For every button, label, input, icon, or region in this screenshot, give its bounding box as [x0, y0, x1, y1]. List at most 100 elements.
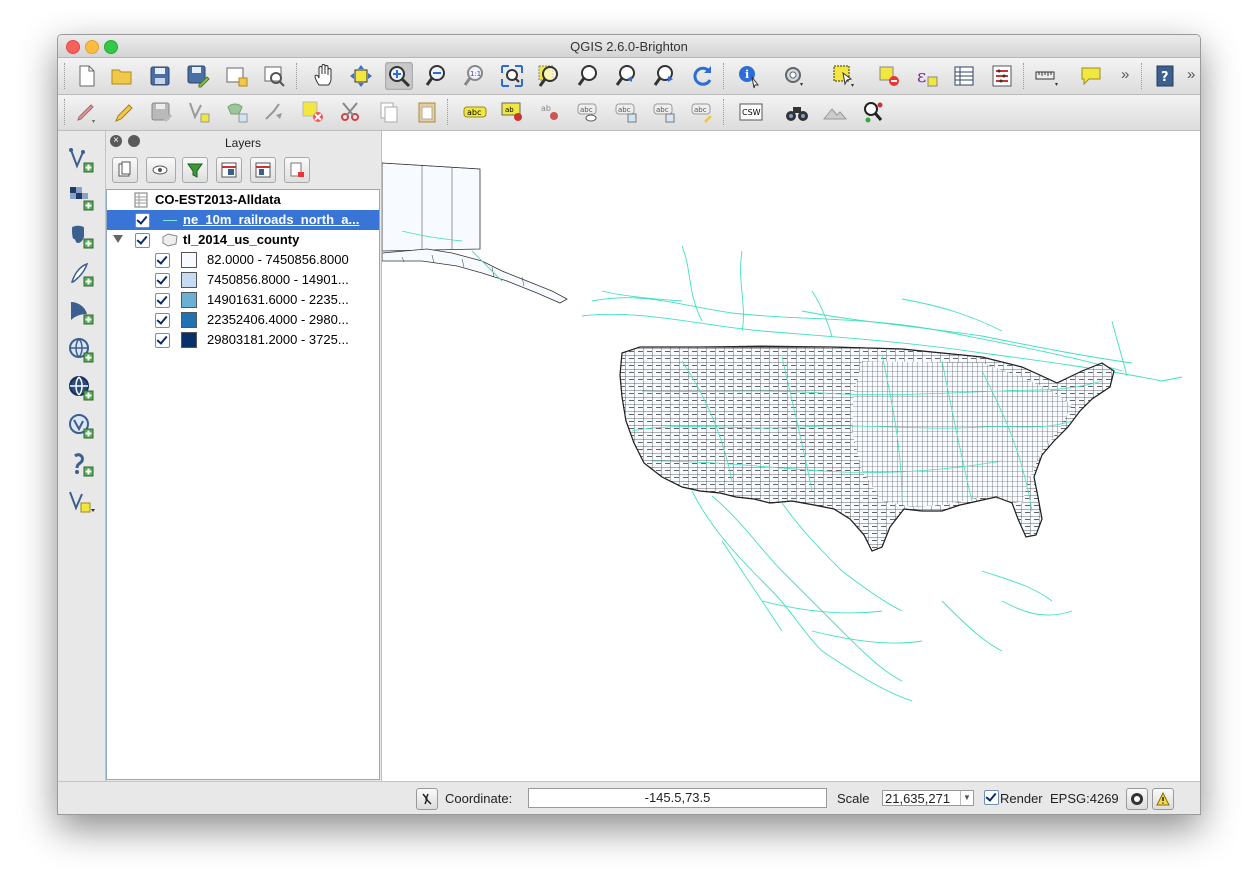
layer-tree[interactable]: CO-EST2013-Alldata ne_10m_railroads_nort…	[106, 189, 380, 780]
map-canvas[interactable]	[381, 131, 1200, 781]
cut-features-icon[interactable]	[337, 98, 365, 126]
coordinate-field[interactable]: -145.5,73.5	[528, 788, 827, 808]
layer-visibility-checkbox[interactable]	[135, 213, 150, 228]
toolbar-grip	[64, 63, 67, 89]
refresh-icon[interactable]	[688, 62, 716, 90]
expand-all-icon[interactable]	[216, 157, 242, 183]
add-raster-layer-icon[interactable]	[66, 183, 96, 213]
paste-features-icon[interactable]	[413, 98, 441, 126]
svg-text:1:1: 1:1	[470, 70, 481, 78]
zoom-last-icon[interactable]	[612, 62, 640, 90]
crs-globe-icon[interactable]	[1126, 788, 1148, 810]
add-mssql-layer-icon[interactable]	[66, 297, 96, 327]
save-as-icon[interactable]	[184, 62, 212, 90]
coordinate-label: Coordinate:	[445, 791, 513, 806]
add-feature-icon[interactable]	[185, 98, 213, 126]
zoom-out-icon[interactable]	[423, 62, 451, 90]
composer-manager-icon[interactable]	[260, 62, 288, 90]
zoom-in-icon[interactable]	[385, 62, 413, 90]
add-vector-layer-icon[interactable]	[66, 145, 96, 175]
copy-features-icon[interactable]	[375, 98, 403, 126]
georeferencer-icon[interactable]	[859, 98, 887, 126]
layer-visibility-checkbox[interactable]	[135, 233, 150, 248]
add-delimited-text-layer-icon[interactable]	[66, 449, 96, 479]
new-project-icon[interactable]	[72, 62, 100, 90]
remove-layer-icon[interactable]	[284, 157, 310, 183]
move-label-icon[interactable]: abc	[575, 98, 603, 126]
toggle-editing-icon[interactable]	[109, 98, 137, 126]
legend-swatch	[181, 292, 197, 308]
legend-item[interactable]: 22352406.4000 - 2980...	[107, 310, 379, 330]
expand-toggle-icon[interactable]	[113, 235, 123, 243]
add-wfs-layer-icon[interactable]	[66, 411, 96, 441]
identify-icon[interactable]: i	[735, 62, 763, 90]
pan-to-selection-icon[interactable]	[347, 62, 375, 90]
label-properties-icon[interactable]: abc	[689, 98, 717, 126]
layer-row-railroads[interactable]: ne_10m_railroads_north_a...	[107, 210, 379, 230]
add-group-icon[interactable]	[112, 157, 138, 183]
legend-item-checkbox[interactable]	[155, 293, 170, 308]
layer-name: ne_10m_railroads_north_a...	[183, 212, 360, 227]
help-icon[interactable]: ?	[1151, 62, 1179, 90]
filter-legend-icon[interactable]	[182, 157, 208, 183]
zoom-to-selection-icon[interactable]	[535, 62, 563, 90]
legend-item[interactable]: 7450856.8000 - 14901...	[107, 270, 379, 290]
layer-row-co-est2013[interactable]: CO-EST2013-Alldata	[107, 190, 379, 210]
new-print-composer-icon[interactable]	[222, 62, 250, 90]
select-features-icon[interactable]	[830, 62, 858, 90]
legend-item-checkbox[interactable]	[155, 273, 170, 288]
move-feature-icon[interactable]	[223, 98, 251, 126]
rotate-label-icon[interactable]: abc	[613, 98, 641, 126]
chevron-down-icon[interactable]: ▼	[960, 791, 973, 805]
toolbar-separator	[296, 63, 299, 89]
save-project-icon[interactable]	[146, 62, 174, 90]
pin-labels-icon[interactable]: ab	[499, 98, 527, 126]
zoom-actual-icon[interactable]: 1:1	[460, 62, 488, 90]
toolbar-overflow-button[interactable]: »	[1121, 66, 1129, 83]
binoculars-icon[interactable]	[783, 98, 811, 126]
messages-warning-icon[interactable]	[1152, 788, 1174, 810]
toggle-extents-icon[interactable]	[416, 788, 438, 810]
collapse-all-icon[interactable]	[250, 157, 276, 183]
current-edits-icon[interactable]	[72, 98, 100, 126]
legend-item-checkbox[interactable]	[155, 253, 170, 268]
map-rendering[interactable]	[381, 131, 1200, 781]
legend-item[interactable]: 14901631.6000 - 2235...	[107, 290, 379, 310]
legend-item-checkbox[interactable]	[155, 333, 170, 348]
legend-item[interactable]: 82.0000 - 7450856.8000	[107, 250, 379, 270]
add-wms-layer-icon[interactable]	[66, 335, 96, 365]
render-checkbox[interactable]	[984, 790, 999, 805]
open-project-icon[interactable]	[108, 62, 136, 90]
save-edits-icon[interactable]	[147, 98, 175, 126]
window-title: QGIS 2.6.0-Brighton	[570, 39, 688, 54]
deselect-icon[interactable]	[875, 62, 903, 90]
measure-icon[interactable]	[1033, 62, 1061, 90]
node-tool-icon[interactable]	[261, 98, 289, 126]
legend-item-checkbox[interactable]	[155, 313, 170, 328]
pan-icon[interactable]	[310, 62, 338, 90]
csw-icon[interactable]: CSW	[737, 98, 765, 126]
attribute-table-icon[interactable]	[950, 62, 978, 90]
layer-labeling-icon[interactable]: abc	[461, 98, 489, 126]
add-wcs-layer-icon[interactable]	[66, 373, 96, 403]
add-spatialite-layer-icon[interactable]	[66, 259, 96, 289]
legend-item[interactable]: 29803181.2000 - 3725...	[107, 330, 379, 350]
new-shapefile-layer-icon[interactable]	[66, 487, 96, 517]
manage-visibility-icon[interactable]	[146, 157, 176, 183]
zoom-to-layer-icon[interactable]	[574, 62, 602, 90]
change-label-icon[interactable]: abc	[651, 98, 679, 126]
zoom-next-icon[interactable]	[650, 62, 678, 90]
scale-combobox[interactable]: 21,635,271 ▼	[882, 790, 974, 806]
map-tips-icon[interactable]	[1077, 62, 1105, 90]
add-postgis-layer-icon[interactable]	[66, 221, 96, 251]
terrain-icon[interactable]	[821, 98, 849, 126]
delete-selected-icon[interactable]	[299, 98, 327, 126]
statistics-icon[interactable]	[988, 62, 1016, 90]
show-hide-labels-icon[interactable]: ab	[537, 98, 565, 126]
toolbar-overflow-button-2[interactable]: »	[1187, 66, 1195, 83]
zoom-full-icon[interactable]	[498, 62, 526, 90]
layer-row-us-county[interactable]: tl_2014_us_county	[107, 230, 379, 250]
run-action-icon[interactable]	[780, 62, 808, 90]
field-calculator-icon[interactable]: ε	[913, 62, 941, 90]
crs-status-button[interactable]: EPSG:4269	[1050, 791, 1119, 806]
